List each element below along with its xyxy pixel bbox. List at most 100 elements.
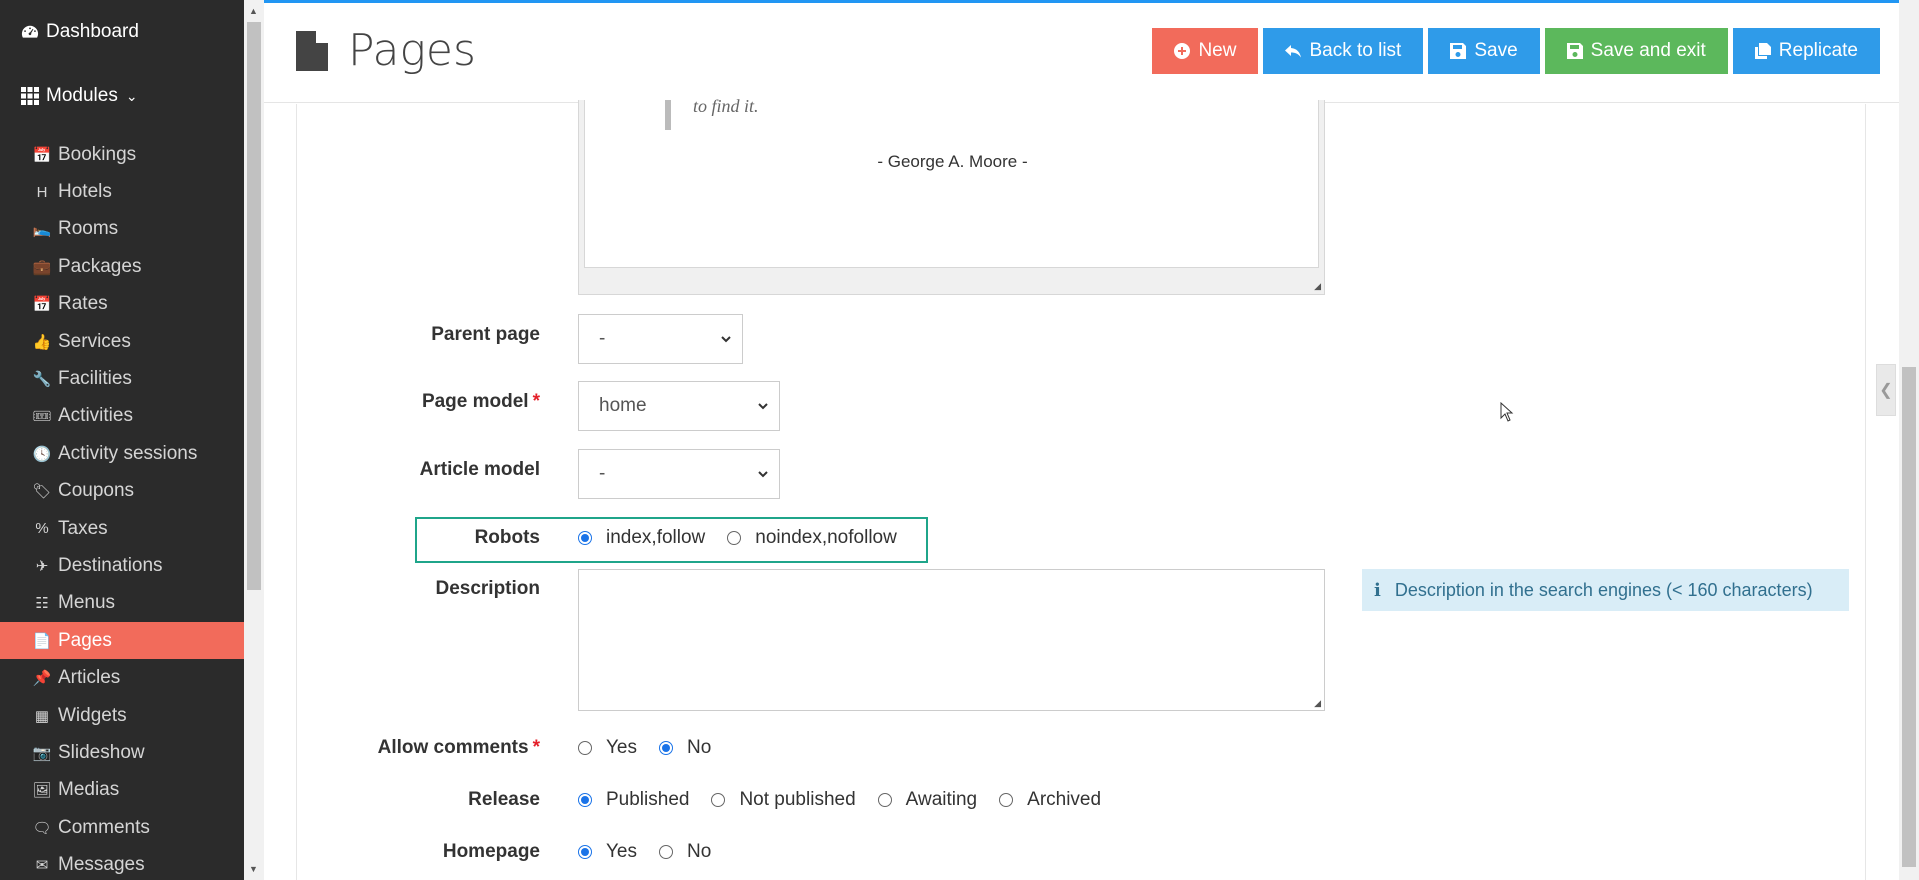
sidebar-item-taxes[interactable]: % Taxes — [0, 510, 244, 547]
page-model-value: home — [599, 395, 647, 416]
back-to-list-label: Back to list — [1309, 40, 1402, 61]
homepage-option-no[interactable]: No — [659, 841, 711, 863]
sidebar-item-activity-sessions[interactable]: 🕓 Activity sessions — [0, 435, 244, 472]
page-title-text: Pages — [348, 25, 476, 76]
sidebar-dashboard[interactable]: Dashboard — [0, 0, 244, 64]
parent-page-select[interactable]: - — [578, 314, 743, 364]
sidebar-item-label: Articles — [58, 667, 121, 689]
sidebar-item-bookings[interactable]: 📅 Bookings — [0, 136, 244, 173]
back-to-list-button[interactable]: Back to list — [1263, 28, 1424, 74]
sidebar-item-widgets[interactable]: ▦ Widgets — [0, 697, 244, 734]
release-option-published[interactable]: Published — [578, 789, 689, 811]
plus-circle-icon — [1174, 43, 1191, 59]
radio[interactable] — [877, 793, 892, 807]
thumbs-up-icon: 👍 — [32, 333, 52, 351]
homepage-option-yes[interactable]: Yes — [578, 841, 637, 863]
sidebar-item-rooms[interactable]: 🛌 Rooms — [0, 211, 244, 248]
page-title: Pages — [296, 25, 476, 76]
allow-comments-option-no[interactable]: No — [659, 737, 711, 759]
resize-grip-icon[interactable]: ◢ — [1314, 698, 1321, 709]
radio-selected[interactable] — [659, 741, 673, 755]
calendar-icon: 📅 — [32, 296, 52, 314]
sidebar-item-coupons[interactable]: 🏷 Coupons — [0, 473, 244, 510]
allow-comments-option-yes[interactable]: Yes — [578, 737, 637, 759]
sidebar-item-rates[interactable]: 📅 Rates — [0, 286, 244, 323]
page-header: Pages New Back to list Save Save and exi… — [264, 3, 1900, 103]
editor-content-area[interactable]: to find it. - George A. Moore - — [584, 96, 1319, 268]
save-and-exit-button[interactable]: Save and exit — [1544, 28, 1728, 74]
panel-collapse-tab[interactable]: ❮ — [1876, 364, 1896, 416]
new-button[interactable]: New — [1152, 28, 1259, 74]
homepage-label-text: Homepage — [442, 841, 540, 862]
plane-icon: ✈ — [35, 557, 49, 575]
radio[interactable] — [727, 531, 742, 545]
sidebar-item-label: Messages — [58, 854, 145, 876]
robots-option-label: index,follow — [606, 527, 706, 548]
save-button[interactable]: Save — [1428, 28, 1540, 74]
robots-option-noindex-nofollow[interactable]: noindex,nofollow — [727, 527, 897, 549]
description-textarea[interactable]: ◢ — [578, 569, 1325, 711]
sidebar-item-activities[interactable]: 🎟 Activities — [0, 398, 244, 435]
sidebar-item-destinations[interactable]: ✈ Destinations — [0, 547, 244, 584]
rich-text-editor[interactable]: to find it. - George A. Moore - ◢ — [578, 96, 1325, 295]
sidebar-item-services[interactable]: 👍 Services — [0, 323, 244, 360]
sidebar-item-articles[interactable]: 📌 Articles — [0, 659, 244, 696]
radio-selected[interactable] — [578, 531, 592, 545]
release-option-label: Archived — [1027, 789, 1102, 810]
camera-icon: 📷 — [32, 744, 52, 762]
sidebar-modules[interactable]: Modules ⌄ — [0, 64, 244, 128]
release-option-awaiting[interactable]: Awaiting — [877, 789, 977, 811]
article-model-label-text: Article model — [419, 459, 540, 480]
homepage-option-label: No — [687, 841, 712, 862]
radio[interactable] — [659, 845, 673, 859]
parent-page-label-text: Parent page — [431, 324, 540, 345]
resize-grip-icon[interactable]: ◢ — [1314, 281, 1321, 292]
release-option-not-published[interactable]: Not published — [711, 789, 856, 811]
robots-label-text: Robots — [474, 527, 540, 548]
sidebar-scrollbar[interactable]: ▲ ▼ — [244, 0, 264, 880]
reply-icon — [1285, 45, 1302, 58]
sidebar-item-facilities[interactable]: 🔧 Facilities — [0, 360, 244, 397]
sidebar-item-comments[interactable]: 🗨 Comments — [0, 809, 244, 846]
radio-selected[interactable] — [578, 845, 592, 859]
parent-page-label: Parent page — [300, 324, 540, 346]
release-radio-group: Published Not published Awaiting Archive… — [578, 789, 1123, 811]
sidebar-item-label: Menus — [58, 592, 116, 614]
sidebar-item-messages[interactable]: ✉ Messages — [0, 846, 244, 880]
sidebar-item-hotels[interactable]: H Hotels — [0, 173, 244, 210]
radio[interactable] — [711, 793, 726, 807]
sidebar-item-label: Hotels — [58, 181, 112, 203]
homepage-radio-group: Yes No — [578, 841, 733, 863]
th-large-icon: ▦ — [34, 707, 50, 725]
tags-icon: 🏷 — [32, 483, 52, 501]
radio[interactable] — [999, 793, 1014, 807]
sidebar-item-label: Packages — [58, 255, 142, 277]
sidebar-scrollbar-thumb[interactable] — [247, 22, 261, 590]
replicate-button[interactable]: Replicate — [1732, 28, 1880, 74]
sidebar-item-label: Widgets — [58, 704, 127, 726]
clock-icon: 🕓 — [32, 445, 52, 463]
images-icon: 🖼 — [32, 782, 52, 800]
main-scrollbar[interactable] — [1899, 0, 1919, 880]
page-model-select[interactable]: home — [578, 381, 780, 431]
sidebar-item-menus[interactable]: ☷ Menus — [0, 585, 244, 622]
release-option-label: Not published — [739, 789, 856, 810]
article-model-label: Article model — [300, 459, 540, 481]
release-label-text: Release — [468, 789, 540, 810]
robots-option-index-follow[interactable]: index,follow — [578, 527, 705, 549]
chevron-down-icon — [758, 403, 768, 410]
radio[interactable] — [578, 741, 592, 755]
main-scrollbar-thumb[interactable] — [1902, 367, 1916, 867]
article-model-select[interactable]: - — [578, 449, 780, 499]
radio-selected[interactable] — [578, 793, 592, 807]
sidebar-item-medias[interactable]: 🖼 Medias — [0, 772, 244, 809]
sidebar-item-slideshow[interactable]: 📷 Slideshow — [0, 734, 244, 771]
sidebar-item-packages[interactable]: 💼 Packages — [0, 248, 244, 285]
chevron-down-icon: ⌄ — [125, 87, 138, 104]
release-option-archived[interactable]: Archived — [999, 789, 1101, 811]
scroll-down-arrow-icon[interactable]: ▼ — [249, 864, 258, 874]
toolbar: New Back to list Save Save and exit Repl… — [1152, 28, 1880, 74]
sidebar-item-pages[interactable]: 📄 Pages — [0, 622, 244, 660]
scroll-up-arrow-icon[interactable]: ▲ — [249, 6, 258, 16]
homepage-option-label: Yes — [606, 841, 637, 862]
